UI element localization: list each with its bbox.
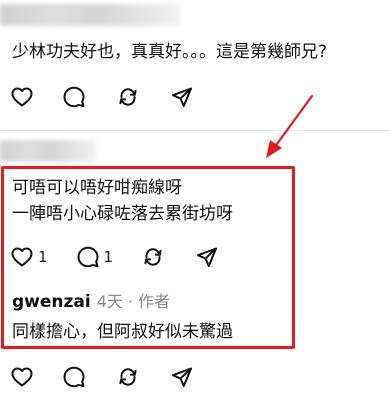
comment-icon bbox=[63, 86, 85, 108]
reply-actions bbox=[10, 364, 194, 390]
meta-separator: · bbox=[127, 292, 133, 311]
reply-header: gwenzai 4天 · 作者 bbox=[12, 290, 170, 314]
share-icon bbox=[172, 87, 192, 107]
heart-icon bbox=[11, 247, 33, 267]
repost-button[interactable] bbox=[116, 85, 140, 109]
repost-icon bbox=[119, 368, 137, 386]
annotation-arrow bbox=[266, 94, 314, 158]
comment-icon bbox=[77, 246, 99, 268]
comment-actions: 1 1 bbox=[10, 244, 219, 270]
share-icon bbox=[172, 367, 192, 387]
like-button[interactable]: 1 bbox=[10, 245, 48, 269]
reply-count: 1 bbox=[103, 248, 114, 266]
repost-icon bbox=[119, 88, 137, 106]
share-button[interactable] bbox=[170, 85, 194, 109]
share-button[interactable] bbox=[170, 365, 194, 389]
blurred-username bbox=[0, 140, 96, 162]
reply-text: 同樣擔心，但阿叔好似未驚過 bbox=[12, 322, 233, 342]
blurred-username bbox=[0, 4, 180, 26]
like-button[interactable] bbox=[10, 85, 34, 109]
heart-icon bbox=[11, 87, 33, 107]
comment-text-line: 一陣唔小心碌咗落去累街坊呀 bbox=[12, 204, 233, 224]
reply-button[interactable] bbox=[62, 365, 86, 389]
comment-actions bbox=[10, 84, 194, 110]
like-button[interactable] bbox=[10, 365, 34, 389]
comment-text: 少林功夫好也，真真好。。。這是第幾師兄? bbox=[12, 42, 328, 62]
repost-button[interactable] bbox=[141, 245, 165, 269]
author-name[interactable]: gwenzai bbox=[12, 292, 91, 312]
reply-button[interactable]: 1 bbox=[76, 245, 114, 269]
like-count: 1 bbox=[38, 248, 48, 266]
heart-icon bbox=[11, 367, 33, 387]
divider bbox=[0, 130, 390, 131]
repost-button[interactable] bbox=[116, 365, 140, 389]
share-icon bbox=[197, 247, 218, 267]
reply-time: 4天 bbox=[96, 292, 123, 311]
repost-icon bbox=[144, 248, 162, 266]
reply-button[interactable] bbox=[62, 85, 86, 109]
comment-icon bbox=[63, 366, 85, 388]
author-badge: 作者 bbox=[137, 292, 170, 311]
comment-text-line: 可唔可以唔好咁痴線呀 bbox=[12, 178, 182, 198]
share-button[interactable] bbox=[195, 245, 219, 269]
